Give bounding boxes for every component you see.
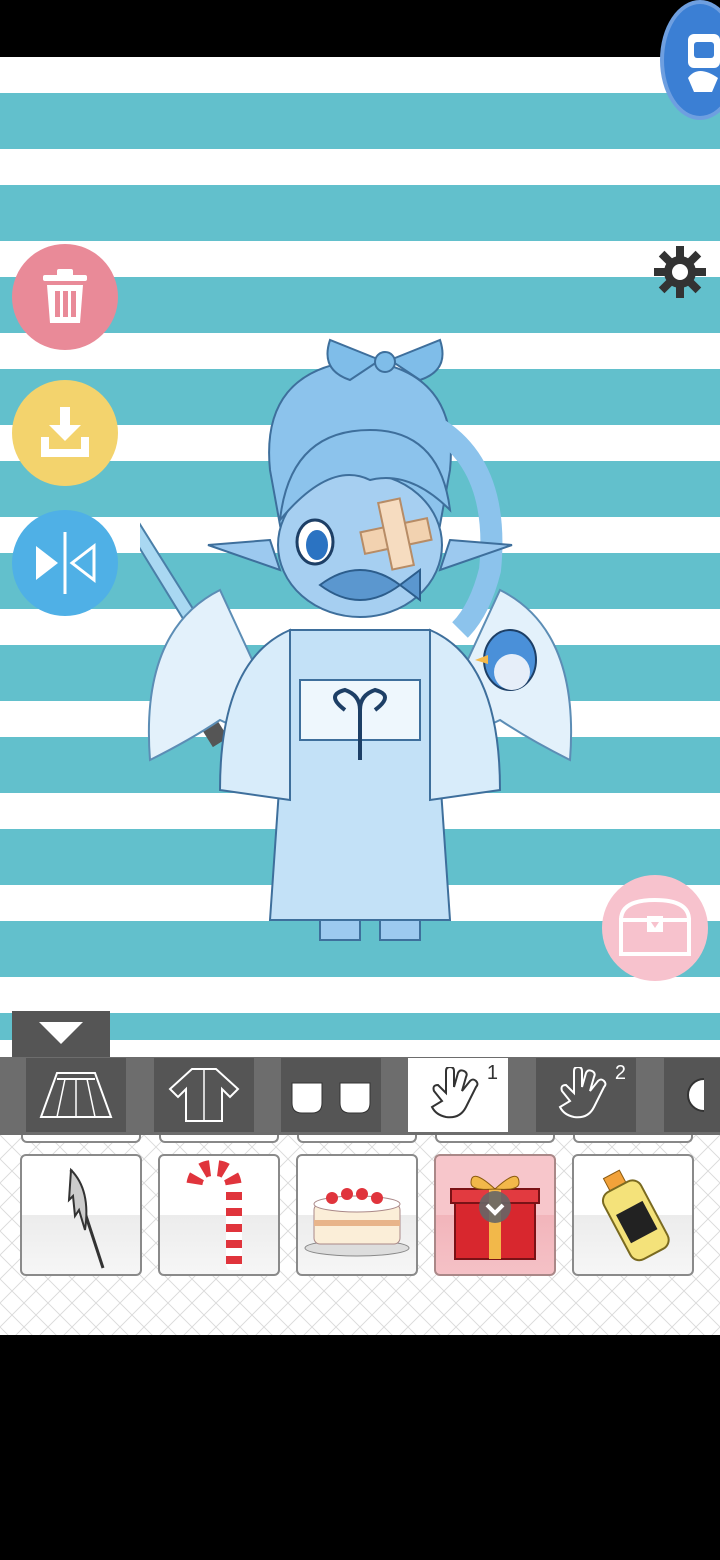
item-card-scythe[interactable] xyxy=(20,1154,142,1276)
settings-button[interactable] xyxy=(652,244,708,300)
item-card-bottle[interactable] xyxy=(572,1154,694,1276)
previous-row-card xyxy=(573,1135,693,1143)
flip-button[interactable] xyxy=(12,510,118,616)
treasure-chest-button[interactable] xyxy=(602,875,708,981)
treasure-chest-icon xyxy=(618,897,692,956)
scythe-blade-icon xyxy=(67,1167,105,1269)
jacket-icon xyxy=(168,1068,240,1122)
category-tab-hand-item-2[interactable]: 2 xyxy=(536,1058,636,1132)
category-tab-skirt[interactable] xyxy=(26,1058,126,1132)
candy-cane-icon xyxy=(186,1160,242,1270)
category-number: 1 xyxy=(486,1062,498,1084)
cake-icon xyxy=(304,1188,410,1257)
previous-row-card xyxy=(159,1135,279,1143)
category-tab-socks[interactable] xyxy=(281,1058,381,1132)
bottle-icon xyxy=(601,1169,670,1262)
category-number: 2 xyxy=(614,1062,626,1084)
triangle-down-icon xyxy=(39,1022,83,1044)
bottom-black-area xyxy=(0,1336,720,1560)
gift-box-icon xyxy=(450,1175,540,1260)
item-card-cake[interactable] xyxy=(296,1154,418,1276)
previous-row-card xyxy=(21,1135,141,1143)
download-button[interactable] xyxy=(12,380,118,486)
category-tab-hand-item-1[interactable]: 1 xyxy=(408,1058,508,1132)
category-tab-accessory[interactable] xyxy=(664,1058,720,1132)
trash-icon xyxy=(43,269,87,323)
collapse-panel-button[interactable] xyxy=(12,1011,110,1057)
flip-horizontal-icon xyxy=(36,532,96,594)
previous-row-card xyxy=(297,1135,417,1143)
hand-item-icon xyxy=(430,1067,479,1119)
skirt-icon xyxy=(39,1072,113,1118)
download-icon xyxy=(41,407,89,457)
socks-icon xyxy=(291,1082,371,1114)
gear-icon xyxy=(654,246,706,298)
previous-row-card xyxy=(435,1135,555,1143)
item-card-gift-box[interactable] xyxy=(434,1154,556,1276)
character-figure xyxy=(28,320,580,960)
hand-item-icon xyxy=(558,1067,607,1119)
category-tab-jacket[interactable] xyxy=(154,1058,254,1132)
item-card-candy-cane[interactable] xyxy=(158,1154,280,1276)
trash-button[interactable] xyxy=(12,244,118,350)
accessory-icon xyxy=(687,1078,704,1112)
